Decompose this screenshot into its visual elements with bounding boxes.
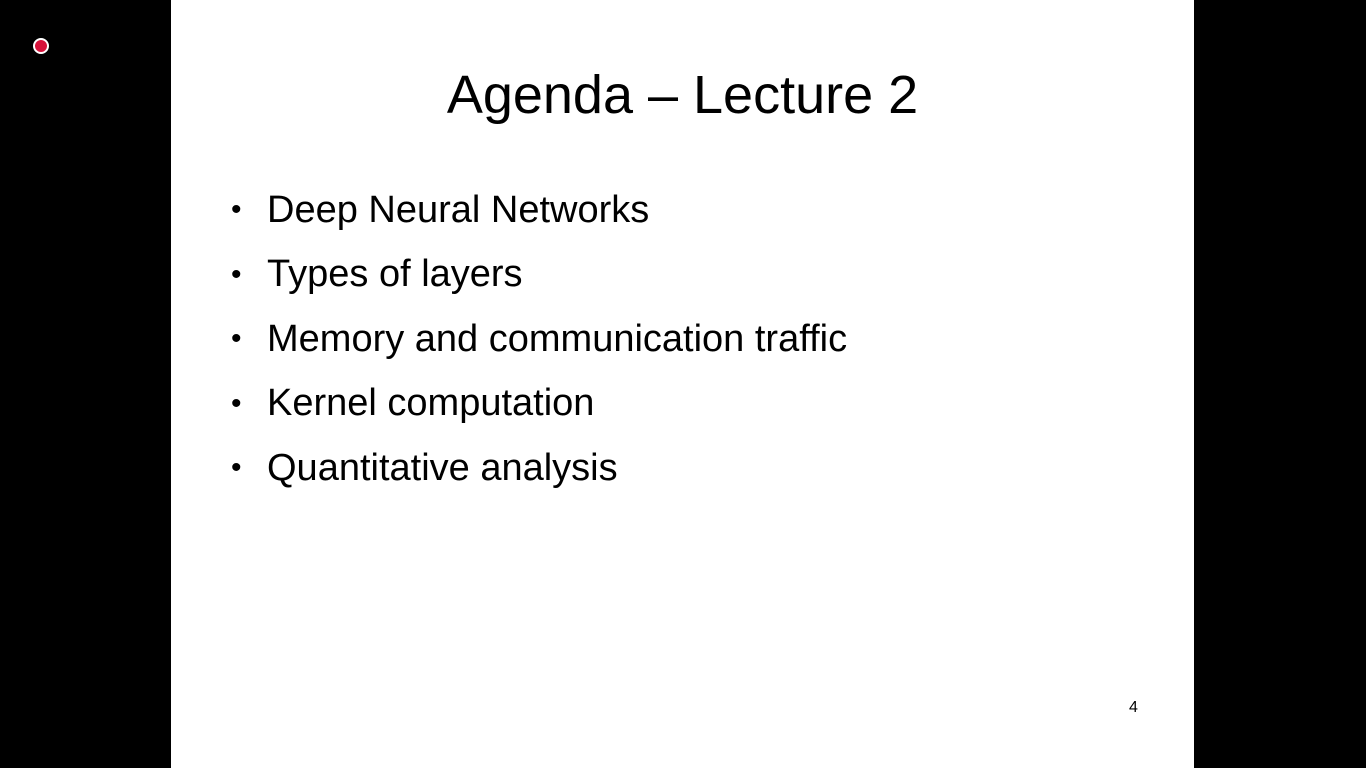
list-item-label: Quantitative analysis xyxy=(267,446,618,489)
list-item-label: Deep Neural Networks xyxy=(267,188,650,231)
list-item-label: Memory and communication traffic xyxy=(267,317,848,360)
record-icon[interactable] xyxy=(33,38,49,54)
list-item: • Deep Neural Networks xyxy=(231,178,847,243)
bullet-icon: • xyxy=(231,322,242,356)
list-item: • Types of layers xyxy=(231,243,847,308)
list-item: • Memory and communication traffic xyxy=(231,307,847,372)
bullet-icon: • xyxy=(231,386,242,420)
slide-title: Agenda – Lecture 2 xyxy=(446,65,919,125)
list-item-label: Types of layers xyxy=(267,253,523,296)
presentation-screen: Agenda – Lecture 2 • Deep Neural Network… xyxy=(0,0,1366,768)
list-item: • Quantitative analysis xyxy=(231,436,847,501)
agenda-list: • Deep Neural Networks • Types of layers… xyxy=(231,178,847,501)
list-item-label: Kernel computation xyxy=(267,382,595,425)
bullet-icon: • xyxy=(231,193,242,227)
bullet-icon: • xyxy=(231,257,242,291)
list-item: • Kernel computation xyxy=(231,372,847,437)
slide: Agenda – Lecture 2 • Deep Neural Network… xyxy=(171,0,1194,768)
page-number: 4 xyxy=(1129,699,1138,716)
bullet-icon: • xyxy=(231,451,242,485)
